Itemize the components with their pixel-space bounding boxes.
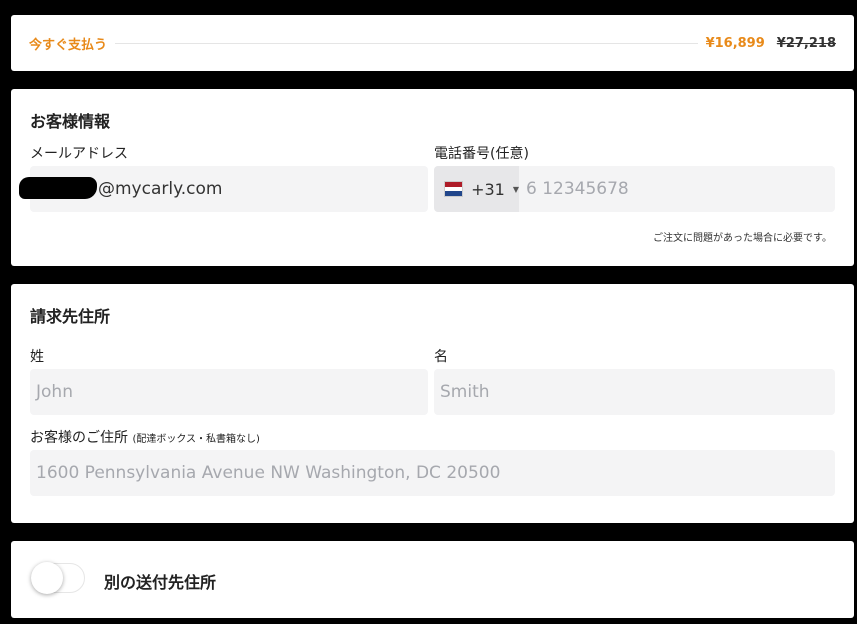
phone-placeholder: 6 12345678 bbox=[526, 179, 629, 199]
country-code: +31 bbox=[471, 179, 505, 199]
email-value: @mycarly.com bbox=[98, 179, 223, 199]
phone-note: ご注文に問題があった場合に必要です。 bbox=[653, 233, 832, 244]
section-title: お客様情報 bbox=[30, 112, 111, 131]
first-name-label: 名 bbox=[434, 349, 448, 365]
flag-blue-stripe bbox=[445, 191, 463, 197]
phone-input[interactable]: 6 12345678 bbox=[519, 166, 835, 212]
last-name-input[interactable]: John bbox=[30, 369, 428, 415]
pay-now-label[interactable]: 今すぐ支払う bbox=[29, 34, 107, 53]
country-code-select[interactable]: +31 ▼ bbox=[434, 166, 519, 212]
redaction-mark bbox=[19, 177, 97, 199]
netherlands-flag-icon bbox=[444, 181, 464, 197]
toggle-label: 別の送付先住所 bbox=[104, 573, 217, 592]
shipping-address-section: 別の送付先住所 bbox=[11, 541, 854, 618]
section-title: 請求先住所 bbox=[30, 307, 111, 326]
billing-address-section: 請求先住所 姓 John 名 Smith お客様のご住所 (配達ボックス・私書箱… bbox=[11, 284, 854, 523]
customer-info-section: お客様情報 メールアドレス @mycarly.com 電話番号(任意) +31 … bbox=[11, 89, 854, 266]
address-placeholder: 1600 Pennsylvania Avenue NW Washington, … bbox=[36, 463, 501, 483]
address-label: お客様のご住所 (配達ボックス・私書箱なし) bbox=[30, 427, 260, 447]
phone-label: 電話番号(任意) bbox=[434, 146, 529, 162]
last-name-placeholder: John bbox=[36, 382, 73, 402]
address-label-note: (配達ボックス・私書箱なし) bbox=[132, 434, 260, 445]
address-input[interactable]: 1600 Pennsylvania Avenue NW Washington, … bbox=[30, 450, 835, 496]
pay-now-bar[interactable]: 今すぐ支払う ¥16,899 ¥27,218 bbox=[11, 15, 854, 71]
first-name-input[interactable]: Smith bbox=[434, 369, 835, 415]
different-shipping-toggle[interactable] bbox=[31, 562, 85, 594]
last-name-label: 姓 bbox=[30, 349, 44, 365]
divider bbox=[115, 42, 698, 44]
first-name-placeholder: Smith bbox=[440, 382, 490, 402]
toggle-knob[interactable] bbox=[31, 562, 63, 594]
original-price: ¥27,218 bbox=[776, 35, 836, 51]
current-price: ¥16,899 bbox=[705, 35, 765, 51]
address-label-text: お客様のご住所 bbox=[30, 430, 128, 446]
email-label: メールアドレス bbox=[30, 146, 128, 162]
